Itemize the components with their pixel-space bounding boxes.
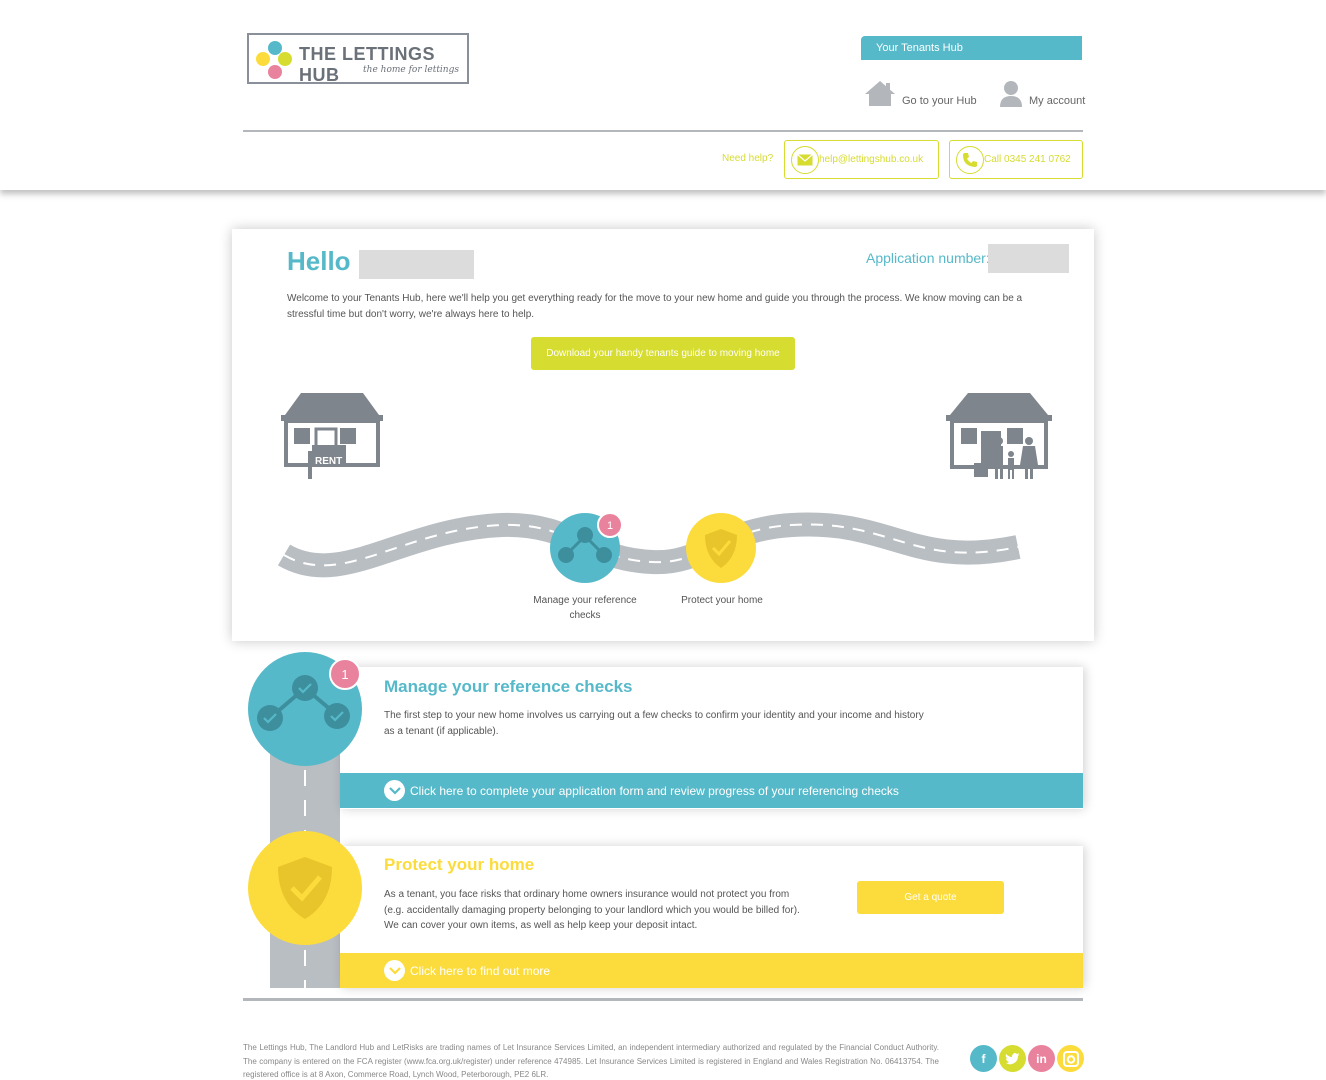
my-account-label: My account (1029, 95, 1086, 107)
header-divider (243, 130, 1083, 132)
chevron-down-icon (384, 780, 405, 801)
logo-dot-lime (278, 52, 292, 66)
instagram-icon[interactable] (1057, 1045, 1084, 1072)
footer-divider (243, 998, 1083, 1001)
facebook-icon[interactable]: f (970, 1045, 997, 1072)
reference-checks-badge: 1 (329, 658, 361, 690)
complete-application-label: Click here to complete your application … (410, 783, 899, 798)
complete-application-link[interactable]: Click here to complete your application … (340, 773, 1083, 808)
find-out-more-label: Click here to find out more (410, 963, 551, 978)
phone-number: Call 0345 241 0762 (984, 154, 1071, 165)
tab-your-tenants-hub[interactable]: Your Tenants Hub (861, 36, 1082, 60)
my-account-link[interactable]: My account (999, 80, 1085, 107)
email-icon (791, 145, 819, 174)
logo-dot-yellow (256, 52, 270, 66)
stage-1-badge-text: 1 (607, 520, 613, 532)
twitter-icon[interactable] (999, 1045, 1026, 1072)
stage-label-protect-home[interactable]: Protect your home (662, 593, 782, 608)
stage-protect-home-icon (686, 513, 756, 583)
reference-checks-description: The first step to your new home involves… (384, 710, 924, 737)
chevron-down-icon (384, 960, 405, 981)
site-header: THE LETTINGS HUB the home for lettings Y… (0, 0, 1326, 190)
need-help-label: Need help? (722, 153, 774, 164)
go-to-hub-link[interactable]: Go to your Hub (864, 80, 977, 107)
email-help-button[interactable]: help@lettingshub.co.uk (784, 140, 939, 179)
protect-home-title: Protect your home (384, 855, 535, 874)
protect-home-section: Protect your home As a tenant, you face … (340, 846, 1083, 988)
reference-checks-section: Manage your reference checks The first s… (340, 667, 1083, 809)
logo-dot-pink (268, 65, 282, 79)
reference-checks-title: Manage your reference checks (384, 677, 633, 696)
welcome-card: Hello Application number: Welcome to you… (232, 229, 1094, 641)
call-help-button[interactable]: Call 0345 241 0762 (949, 140, 1083, 179)
logo-tagline: the home for lettings (363, 65, 459, 75)
shield-icon (248, 831, 362, 945)
road-path (277, 512, 1021, 578)
linkedin-icon[interactable]: in (1028, 1045, 1055, 1072)
footer-legal-text: The Lettings Hub, The Landlord Hub and L… (243, 1043, 939, 1079)
phone-icon (956, 145, 984, 174)
go-to-hub-label: Go to your Hub (902, 95, 977, 107)
find-out-more-link[interactable]: Click here to find out more (340, 953, 1083, 988)
protect-home-description: As a tenant, you face risks that ordinar… (384, 889, 800, 931)
for-rent-house-icon: RENT (281, 393, 383, 479)
rent-sign-text: RENT (315, 456, 342, 467)
journey-roadmap: RENT 1 (277, 393, 1052, 583)
lettings-hub-logo[interactable]: THE LETTINGS HUB the home for lettings (247, 33, 469, 85)
stage-label-reference-checks[interactable]: Manage your reference checks (525, 593, 645, 623)
get-a-quote-button[interactable]: Get a quote (857, 881, 1004, 914)
family-home-icon (946, 393, 1052, 479)
stage-1-badge: 1 (597, 512, 623, 538)
email-address: help@lettingshub.co.uk (819, 154, 924, 165)
user-icon (1000, 81, 1022, 107)
home-icon (865, 81, 895, 106)
